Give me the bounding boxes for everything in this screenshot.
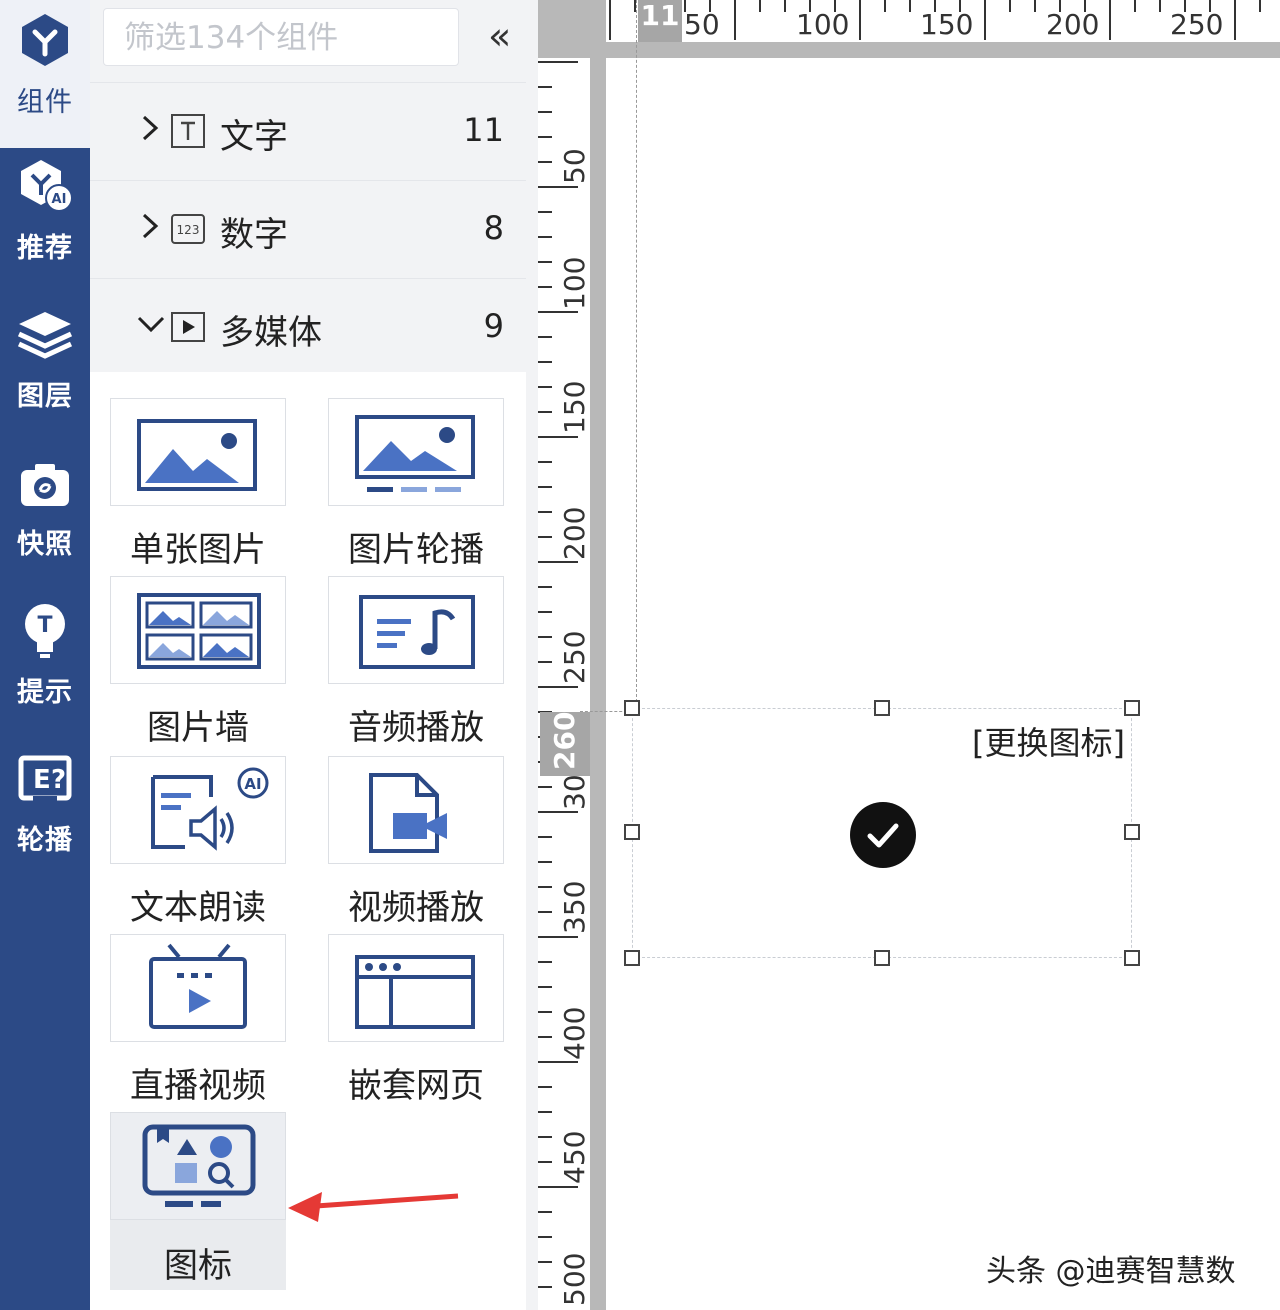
component-label: 单张图片 [130,530,266,570]
nav-item-layers[interactable]: 图层 [0,296,90,444]
resize-handle-top-left[interactable] [624,700,640,716]
nav-item-snapshot[interactable]: 快照 [0,444,90,592]
ruler-label: 350 [558,880,591,934]
check-circle-icon [850,802,916,868]
category-count: 11 [463,111,504,149]
svg-text:AI: AI [52,192,67,207]
nav-label: 快照 [17,529,73,560]
ruler-label: 50 [558,148,591,184]
design-canvas[interactable] [606,58,1280,1310]
live-video-icon [149,943,247,1029]
chevron-down-icon [137,316,165,333]
nav-item-carousel[interactable]: E ? 轮播 [0,740,90,888]
resize-handle-top[interactable] [874,700,890,716]
ruler-label: 200 [558,506,591,560]
ruler-label: 450 [558,1130,591,1184]
ruler-label: 100 [796,8,850,41]
number-icon: 123 [171,214,205,244]
ruler-label: 200 [1046,8,1100,41]
cube-logo-icon [22,14,68,66]
component-label: 嵌套网页 [348,1066,484,1106]
component-label: 文本朗读 [130,888,266,928]
ruler-label: 50 [684,8,720,41]
component-label: 音频播放 [348,708,484,748]
layers-icon [17,312,73,359]
svg-text:AI: AI [244,775,261,793]
left-nav: 组件 AI 推荐 图层 快照 T 提示 E ? 轮播 [0,0,90,1310]
ruler-label: 150 [558,380,591,434]
component-label: 图片轮播 [348,530,484,570]
chevron-right-icon [142,213,159,239]
component-search-input[interactable]: 筛选134个组件 [103,8,459,66]
ruler-ticks [538,61,578,1288]
category-number[interactable]: 123 数字 8 [90,180,526,277]
chevron-right-icon [142,115,159,141]
nav-item-recommend[interactable]: AI 推荐 [0,148,90,296]
lightbulb-icon: T [25,604,65,658]
single-image-icon [137,419,257,491]
collapse-panel-button[interactable]: « [488,14,511,58]
category-name: 多媒体 [220,313,322,353]
nav-label: 图层 [17,381,73,412]
svg-text:?: ? [51,765,66,795]
image-wall-icon [137,593,261,669]
embedded-webpage-icon [355,955,475,1029]
audio-play-icon [359,595,475,669]
ruler-label: 250 [558,630,591,684]
vertical-ruler [538,58,590,1310]
media-play-icon [171,312,205,342]
nav-label: 推荐 [17,233,73,264]
resize-handle-right[interactable] [1124,824,1140,840]
ruler-position-marker-y: 260 [540,712,590,776]
camera-icon [21,464,69,506]
ruler-label: 500 [558,1252,591,1306]
resize-handle-left[interactable] [624,824,640,840]
category-name: 文字 [220,117,288,157]
svg-text:E: E [33,765,51,795]
resize-handle-top-right[interactable] [1124,700,1140,716]
ruler-label: 250 [1170,8,1224,41]
resize-handle-bottom-right[interactable] [1124,950,1140,966]
component-panel: 筛选134个组件 « 文字 11 123 数字 8 多媒体 9 单张图片 图片轮… [90,0,625,1310]
replace-icon-link[interactable]: [更换图标] [972,718,1125,764]
category-count: 8 [483,209,504,247]
svg-text:T: T [37,613,52,638]
category-name: 数字 [220,215,288,255]
component-label: 视频播放 [348,888,484,928]
resize-handle-bottom-left[interactable] [624,950,640,966]
marker-value: 260 [548,711,581,770]
image-carousel-icon [355,415,475,492]
svg-text:123: 123 [177,223,200,237]
ruler-position-marker-x: 11 [638,0,682,42]
nav-label: 组件 [17,87,73,118]
text-to-speech-icon: AI [151,767,269,851]
category-media[interactable]: 多媒体 9 [90,278,526,375]
text-icon [171,114,205,148]
nav-item-tips[interactable]: T 提示 [0,592,90,740]
resize-handle-bottom[interactable] [874,950,890,966]
nav-label: 轮播 [17,825,73,856]
red-arrow-annotation [288,1192,459,1222]
carousel-icon: E ? [18,755,72,806]
category-text[interactable]: 文字 11 [90,82,526,179]
alignment-guide-vertical [636,0,637,712]
watermark: 头条 @迪赛智慧数 [986,1254,1236,1289]
component-label: 图标 [164,1246,232,1286]
ai-cube-icon: AI [21,160,73,212]
nav-label: 提示 [17,677,73,708]
category-count: 9 [483,307,504,345]
component-label: 图片墙 [147,708,249,748]
video-play-icon [369,773,447,853]
icon-component-icon [142,1124,256,1207]
ruler-label: 150 [920,8,974,41]
ruler-label: 100 [558,256,591,310]
ruler-label: 400 [558,1006,591,1060]
nav-item-components[interactable]: 组件 [0,0,90,148]
component-label: 直播视频 [130,1066,266,1106]
